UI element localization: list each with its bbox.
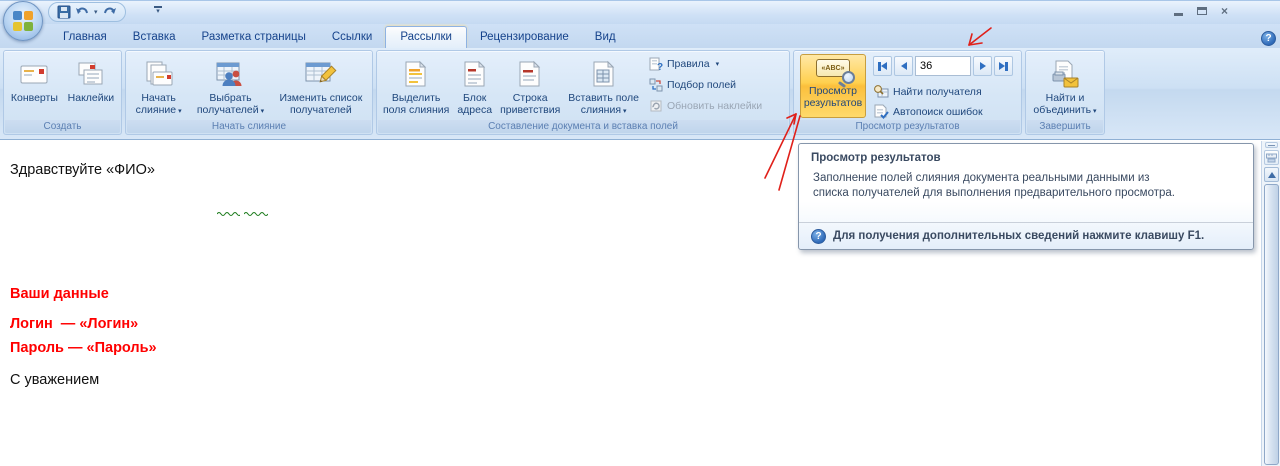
preview-results-tooltip: Просмотр результатов Заполнение полей сл… bbox=[798, 143, 1254, 250]
match-fields-button[interactable]: Подбор полей bbox=[649, 76, 787, 93]
tab-page-layout[interactable]: Разметка страницы bbox=[189, 27, 319, 48]
save-icon[interactable] bbox=[57, 5, 71, 19]
vertical-scrollbar bbox=[1261, 141, 1280, 466]
select-recipients-icon bbox=[215, 56, 247, 92]
tooltip-body: Заполнение полей слияния документа реаль… bbox=[813, 172, 1175, 199]
group-caption-start-merge[interactable]: Начать слияние bbox=[127, 120, 371, 133]
group-preview-results: «ABC» Просмотр результатов Найти получат… bbox=[793, 50, 1022, 135]
office-logo-icon bbox=[13, 11, 33, 31]
split-window-handle[interactable] bbox=[1265, 142, 1278, 148]
tab-insert[interactable]: Вставка bbox=[120, 27, 189, 48]
tab-view[interactable]: Вид bbox=[582, 27, 629, 48]
previous-record-button[interactable] bbox=[894, 56, 913, 76]
address-block-button[interactable]: Блок адреса bbox=[457, 53, 492, 119]
auto-check-icon bbox=[873, 104, 889, 119]
find-recipient-button[interactable]: Найти получателя bbox=[873, 84, 982, 99]
finish-merge-button[interactable]: Найти и объединить ▾ bbox=[1033, 53, 1097, 119]
group-start-merge: Начать слияние ▾ Выбрать получателей ▾ Изм… bbox=[125, 50, 373, 135]
ribbon-tab-row: Главная Вставка Разметка страницы Ссылки… bbox=[0, 24, 1280, 49]
ruler-toggle-button[interactable] bbox=[1264, 150, 1279, 165]
svg-text:?: ? bbox=[657, 62, 663, 71]
title-bar: × bbox=[0, 0, 1280, 24]
spellcheck-squiggle bbox=[217, 212, 240, 216]
doc-heading-line: Ваши данные bbox=[10, 286, 109, 302]
qat-customize-icon[interactable]: ▾ bbox=[152, 6, 164, 15]
doc-greeting-line: Здравствуйте «ФИО» bbox=[10, 162, 155, 178]
insert-merge-field-button[interactable]: Вставить поле слияния ▾ bbox=[568, 53, 639, 119]
edit-list-icon bbox=[304, 56, 338, 92]
greeting-line-button[interactable]: Строка приветствия bbox=[500, 53, 560, 119]
doc-password-line: Пароль — «Пароль» bbox=[10, 340, 157, 356]
rules-button[interactable]: ? Правила ▾ bbox=[649, 55, 787, 72]
labels-icon bbox=[76, 56, 106, 92]
word-window: × ▾ ▾ Главная Вставка Разметка страницы … bbox=[0, 0, 1280, 466]
insert-field-icon bbox=[591, 56, 617, 92]
tooltip-title: Просмотр результатов bbox=[811, 152, 941, 164]
tooltip-footer-text: Для получения дополнительных сведений на… bbox=[833, 230, 1205, 242]
dropdown-caret-icon: ▾ bbox=[1093, 108, 1097, 115]
group-caption-finish[interactable]: Завершить bbox=[1027, 120, 1103, 133]
undo-icon[interactable] bbox=[75, 6, 90, 19]
envelopes-button[interactable]: Конверты bbox=[11, 53, 58, 119]
scroll-thumb[interactable] bbox=[1264, 184, 1279, 465]
group-caption-preview[interactable]: Просмотр результатов bbox=[795, 120, 1020, 133]
group-create: Конверты Наклейки Создать bbox=[3, 50, 122, 135]
update-labels-button: Обновить наклейки bbox=[649, 97, 787, 114]
tooltip-help-icon: ? bbox=[811, 228, 826, 244]
tab-mailings[interactable]: Рассылки bbox=[385, 26, 467, 49]
tab-references[interactable]: Ссылки bbox=[319, 27, 386, 48]
find-recipient-icon bbox=[873, 84, 889, 99]
auto-check-errors-button[interactable]: Автопоиск ошибок bbox=[873, 104, 983, 119]
group-finish: Найти и объединить ▾ Завершить bbox=[1025, 50, 1105, 135]
first-record-button[interactable] bbox=[873, 56, 892, 76]
record-number-field[interactable] bbox=[915, 56, 971, 76]
group-compose: Выделить поля слияния Блок адреса Строка… bbox=[376, 50, 790, 135]
update-labels-icon bbox=[649, 99, 663, 113]
next-record-button[interactable] bbox=[973, 56, 992, 76]
rules-icon: ? bbox=[649, 57, 663, 71]
dropdown-caret-icon: ▾ bbox=[260, 108, 265, 115]
highlight-merge-fields-button[interactable]: Выделить поля слияния bbox=[383, 53, 449, 119]
select-recipients-button[interactable]: Выбрать получателей ▾ bbox=[197, 53, 264, 119]
doc-login-line: Логин — «Логин» bbox=[10, 316, 139, 332]
last-record-button[interactable] bbox=[994, 56, 1013, 76]
tab-home[interactable]: Главная bbox=[50, 27, 120, 48]
preview-results-button[interactable]: «ABC» Просмотр результатов bbox=[800, 54, 866, 118]
highlight-fields-icon bbox=[403, 56, 429, 92]
close-icon[interactable]: × bbox=[1221, 5, 1228, 17]
quick-access-toolbar: ▾ bbox=[48, 2, 126, 22]
address-block-icon bbox=[462, 56, 488, 92]
envelope-icon bbox=[19, 56, 49, 92]
office-button[interactable] bbox=[3, 1, 43, 41]
start-merge-button[interactable]: Начать слияние ▾ bbox=[136, 53, 182, 119]
dropdown-caret-icon: ▾ bbox=[715, 60, 720, 68]
ribbon: Конверты Наклейки Создать Начать слияние… bbox=[0, 48, 1280, 140]
minimize-icon[interactable] bbox=[1173, 12, 1183, 16]
scroll-up-button[interactable] bbox=[1264, 167, 1279, 182]
finish-merge-icon bbox=[1050, 56, 1080, 92]
spellcheck-squiggle bbox=[244, 212, 268, 216]
start-merge-icon bbox=[143, 56, 175, 92]
group-caption-compose[interactable]: Составление документа и вставка полей bbox=[378, 120, 788, 133]
doc-closing-line: С уважением bbox=[10, 372, 100, 388]
redo-icon[interactable] bbox=[102, 6, 117, 19]
tab-review[interactable]: Рецензирование bbox=[467, 27, 582, 48]
magnifier-icon bbox=[842, 71, 855, 84]
dropdown-caret-icon: ▾ bbox=[623, 108, 627, 115]
group-caption-create[interactable]: Создать bbox=[5, 120, 120, 133]
ruler-icon bbox=[1266, 153, 1277, 162]
match-fields-icon bbox=[649, 78, 663, 92]
greeting-line-icon bbox=[517, 56, 543, 92]
undo-dropdown-icon[interactable]: ▾ bbox=[94, 8, 98, 16]
labels-button[interactable]: Наклейки bbox=[68, 53, 114, 119]
restore-icon[interactable] bbox=[1196, 7, 1207, 15]
edit-recipient-list-button[interactable]: Изменить список получателей bbox=[279, 53, 362, 119]
preview-results-icon: «ABC» bbox=[816, 59, 855, 85]
help-button[interactable]: ? bbox=[1261, 31, 1276, 46]
dropdown-caret-icon: ▾ bbox=[178, 108, 182, 115]
